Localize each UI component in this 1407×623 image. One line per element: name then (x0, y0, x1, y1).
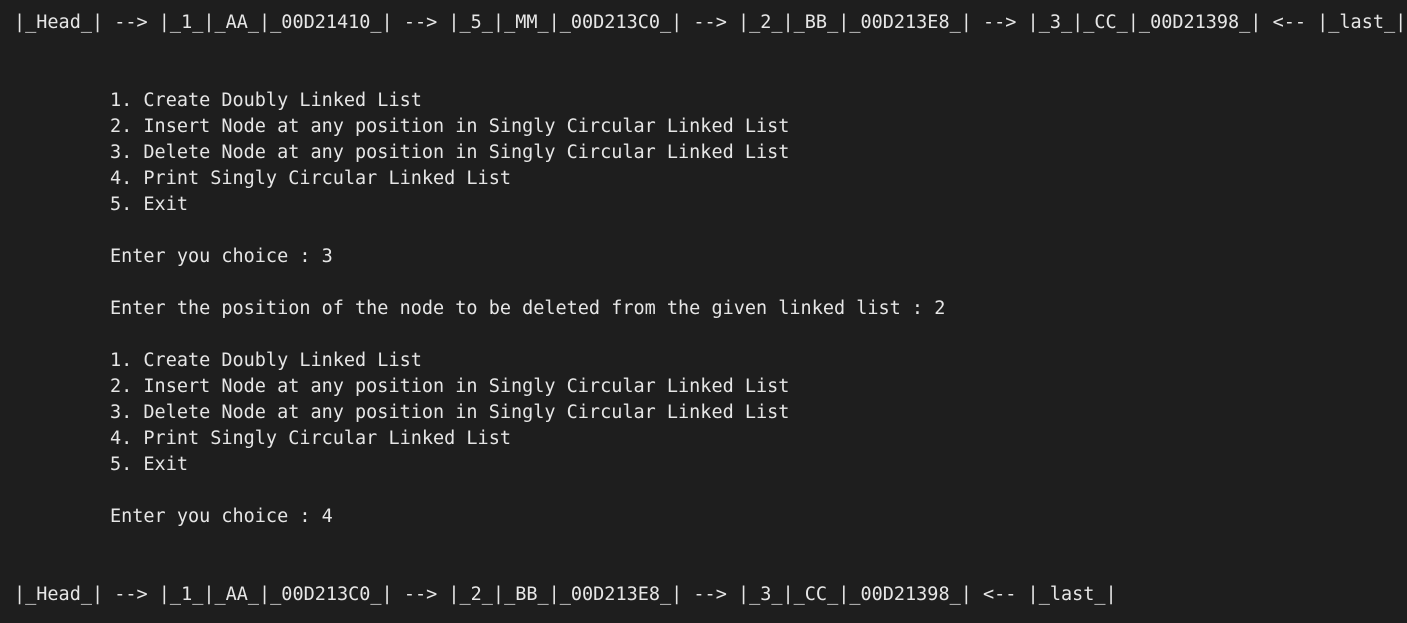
menu-item: 4. Print Singly Circular Linked List (110, 168, 511, 189)
menu-item: 3. Delete Node at any position in Singly… (110, 402, 790, 423)
menu-item: 5. Exit (110, 194, 188, 215)
linked-list-before: |_Head_| --> |_1_|_AA_|_00D21410_| --> |… (14, 12, 1407, 33)
menu-item: 1. Create Doubly Linked List (110, 350, 422, 371)
position-prompt: Enter the position of the node to be del… (110, 298, 946, 319)
choice-prompt: Enter you choice : 3 (110, 246, 333, 267)
menu-item: 5. Exit (110, 454, 188, 475)
menu-item: 1. Create Doubly Linked List (110, 90, 422, 111)
choice-prompt: Enter you choice : 4 (110, 506, 333, 527)
linked-list-after: |_Head_| --> |_1_|_AA_|_00D213C0_| --> |… (14, 584, 1117, 605)
menu-item: 2. Insert Node at any position in Singly… (110, 376, 790, 397)
menu-item: 2. Insert Node at any position in Singly… (110, 116, 790, 137)
menu-item: 3. Delete Node at any position in Singly… (110, 142, 790, 163)
terminal-window[interactable]: |_Head_| --> |_1_|_AA_|_00D21410_| --> |… (0, 0, 1407, 623)
menu-item: 4. Print Singly Circular Linked List (110, 428, 511, 449)
